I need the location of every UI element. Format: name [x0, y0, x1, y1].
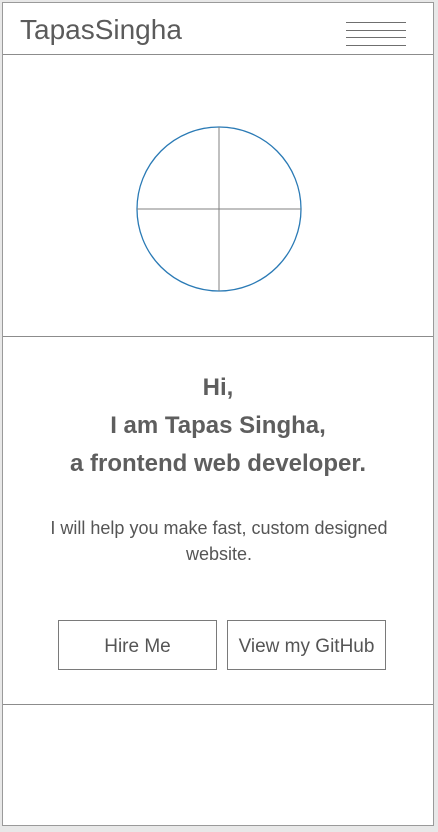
menu-bar: [346, 45, 406, 46]
tagline-text: I will help you make fast, custom design…: [50, 518, 388, 564]
hire-me-button[interactable]: Hire Me: [58, 620, 217, 670]
avatar-placeholder-icon: [136, 126, 302, 292]
page-frame: TapasSingha Hi, I am Tapas Singha, a fro…: [2, 2, 434, 826]
hamburger-menu-icon[interactable]: [346, 21, 406, 49]
intro-section: Hi, I am Tapas Singha, a frontend web de…: [3, 337, 433, 705]
menu-bar: [346, 37, 406, 38]
view-github-button[interactable]: View my GitHub: [227, 620, 386, 670]
greeting-line: Hi,: [202, 374, 234, 401]
hero-section: [3, 55, 433, 337]
site-header: TapasSingha: [3, 3, 433, 55]
greeting-line: I am Tapas Singha,: [110, 412, 326, 439]
brand-logo[interactable]: TapasSingha: [20, 14, 182, 46]
greeting-heading: Hi, I am Tapas Singha, a frontend web de…: [3, 369, 433, 483]
greeting-line: a frontend web developer.: [69, 450, 367, 477]
menu-bar: [346, 30, 406, 31]
menu-bar: [346, 22, 406, 23]
